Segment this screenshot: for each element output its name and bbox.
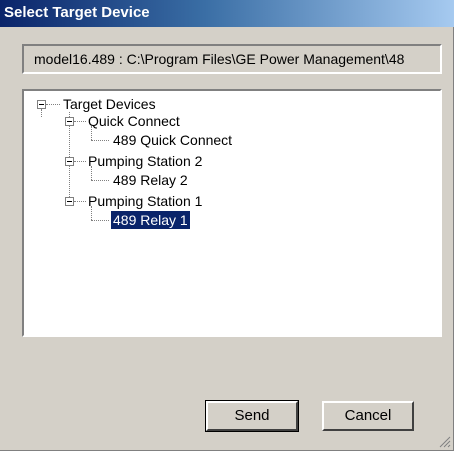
tree-item-489-relay-2[interactable]: 489 Relay 2	[113, 171, 188, 189]
tree-group-pumping-station-1[interactable]: Pumping Station 1	[88, 192, 202, 210]
tree-item-489-relay-1[interactable]: 489 Relay 1	[110, 210, 191, 230]
select-target-device-dialog: Select Target Device model16.489 : C:\Pr…	[0, 0, 454, 451]
root-collapse-icon[interactable]	[37, 100, 46, 109]
cancel-button[interactable]: Cancel	[322, 401, 414, 431]
quick-connect-collapse-icon[interactable]	[65, 117, 74, 126]
pumping-station-1-collapse-icon[interactable]	[65, 197, 74, 206]
pumping-station-2-collapse-icon[interactable]	[65, 157, 74, 166]
window-title: Select Target Device	[4, 4, 150, 21]
tree-group-pumping-station-2[interactable]: Pumping Station 2	[88, 152, 202, 170]
model-path-text: model16.489 : C:\Program Files\GE Power …	[34, 51, 405, 67]
tree-item-489-quick-connect[interactable]: 489 Quick Connect	[113, 131, 232, 149]
title-bar[interactable]: Select Target Device	[0, 0, 454, 27]
tree-group-quick-connect[interactable]: Quick Connect	[88, 112, 180, 130]
send-button[interactable]: Send	[205, 400, 299, 432]
resize-grip-icon[interactable]	[439, 436, 451, 448]
target-device-tree[interactable]: Target Devices Quick Connect 489 Quick C…	[22, 89, 442, 337]
model-path-field: model16.489 : C:\Program Files\GE Power …	[22, 44, 442, 74]
tree-root-target-devices[interactable]: Target Devices	[63, 95, 156, 113]
